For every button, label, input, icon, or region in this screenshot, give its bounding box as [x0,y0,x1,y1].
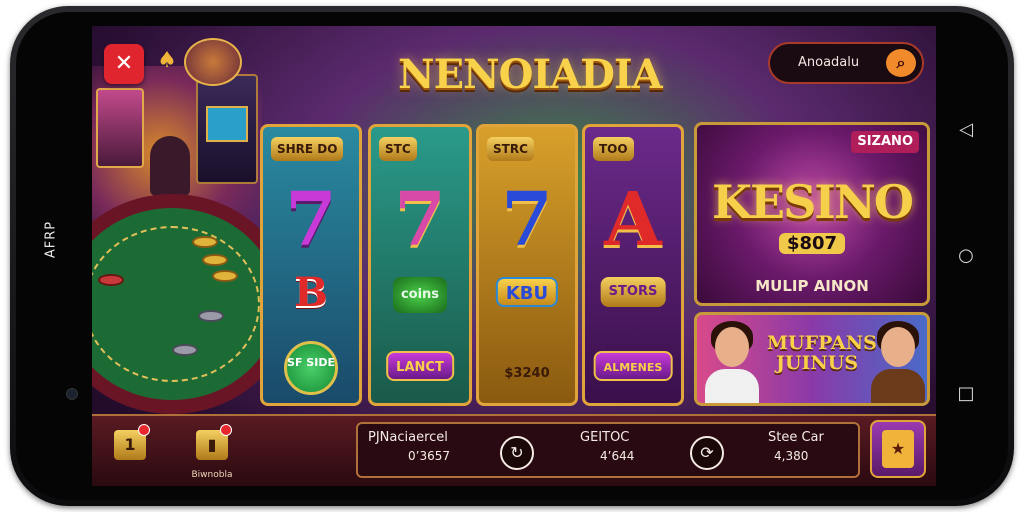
bottom-bar: 1 ▮ Biwnobla PJNaciaercel 0’3657 ↻ GEITO… [92,414,936,486]
autoplay-button[interactable]: ⟳ [690,436,724,470]
casino-chip [172,344,198,356]
promo-secondary-title: MUFPANS JUINUS [767,332,877,374]
close-x-icon: ✕ [114,51,134,76]
background-player [150,136,190,196]
back-triangle-icon[interactable]: ◁ [956,120,976,140]
promo-person-male [867,321,927,403]
casino-chip [98,274,124,286]
recents-square-icon[interactable]: □ [956,384,976,404]
reel-label: STC [379,137,417,161]
close-button[interactable]: ✕ [104,44,144,84]
stat-item: GEITOC 4’644 [580,430,700,463]
reel-symbol: A [604,177,662,263]
promo-subtitle: MULIP AINON [755,277,869,295]
reel-symbol: B [294,269,328,316]
reel-symbol-badge: ALMENES [593,351,673,381]
reel-symbol-text: $3240 [504,366,550,381]
phone-icon[interactable]: ▮ Biwnobla [192,424,232,480]
device-side-label: AFRP [43,220,59,259]
reel-symbol: 7 [394,177,446,263]
stat-label: GEITOC [580,430,630,445]
game-logo-badge [184,38,242,86]
promo-badge: SIZANO [851,131,919,153]
reel-symbol: 7 [501,177,553,263]
reel-label: STRC [487,137,534,161]
slot-reel-4[interactable]: TOO A STORS ALMENES [582,124,684,406]
bottom-icon-label: Biwnobla [191,470,233,480]
reel-symbol: 7 [285,177,337,263]
notification-dot [138,424,150,436]
stat-label: PJNaciaercel [368,430,448,445]
background-slot-machine [96,88,144,168]
trophy-icon[interactable]: 1 [110,424,150,468]
casino-chip [198,310,224,322]
promo-amount: $807 [697,233,927,254]
bonus-box-icon[interactable]: ★ [870,420,926,478]
logo-icon: ♠ [157,48,177,73]
reel-symbol-coins: coins [392,277,448,313]
front-camera [66,388,78,400]
reel-label: SHRE DO [271,137,344,161]
notification-dot [220,424,232,436]
promo-person-female [701,321,761,403]
reel-symbol-badge: KBU [495,277,559,307]
spin-button[interactable]: ↻ [500,436,534,470]
stat-item: PJNaciaercel 0’3657 [368,430,488,463]
slot-reel-2[interactable]: STC 7 coins LANCT [368,124,472,406]
promo-banner-main[interactable]: SIZANO KESINO $807 MULIP AINON [694,122,930,306]
home-circle-icon[interactable]: ○ [956,246,976,266]
stats-panel: PJNaciaercel 0’3657 ↻ GEITOC 4’644 ⟳ Ste… [356,422,860,478]
search-icon[interactable]: ⌕ [886,49,916,77]
reel-symbol-badge: STORS [600,277,666,307]
reel-symbol-coin: SF SIDE [284,341,338,395]
casino-chip [212,270,238,282]
search-input[interactable]: Anoadalu [798,44,859,82]
slot-reel-3[interactable]: STRC 7 KBU $3240 [476,124,578,406]
promo-banner-secondary[interactable]: MUFPANS JUINUS [694,312,930,406]
reel-label: TOO [593,137,634,161]
stat-value: 0’3657 [408,449,450,463]
slot-reel-1[interactable]: SHRE DO 7 B SF SIDE [260,124,362,406]
casino-chip [192,236,218,248]
search-bar[interactable]: Anoadalu ⌕ [768,42,924,84]
reel-symbol-badge: LANCT [386,351,454,381]
game-screen: ✕ ♠ NENOIADIA Anoadalu ⌕ SHRE DO 7 B SF … [92,26,936,486]
background-slot-machine-2 [196,74,258,184]
stat-value: 4’644 [600,449,635,463]
game-title: NENOIADIA [398,51,663,98]
casino-chip [202,254,228,266]
promo-title: KESINO [712,175,914,229]
